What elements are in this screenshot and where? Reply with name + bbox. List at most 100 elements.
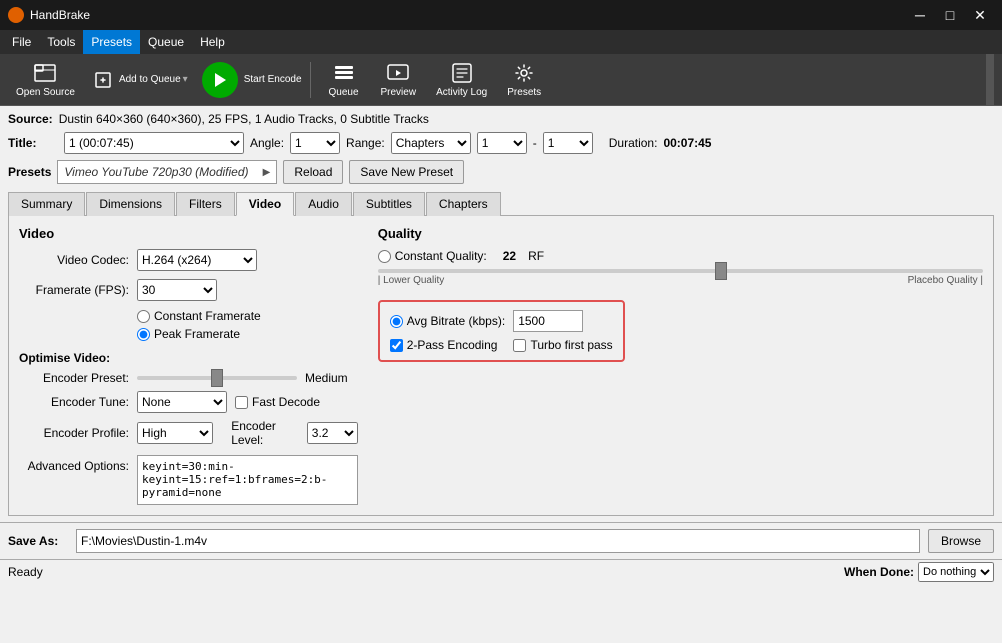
- avg-bitrate-input[interactable]: [513, 310, 583, 332]
- constant-quality-row: Constant Quality: 22 RF: [378, 249, 983, 263]
- encoder-profile-row: Encoder Profile: High Encoder Level: 3.2: [19, 419, 358, 447]
- rf-value: 22: [503, 249, 516, 263]
- constant-framerate-option[interactable]: Constant Framerate: [137, 309, 261, 323]
- presets-label: Presets: [507, 87, 541, 98]
- turbo-first-pass-option[interactable]: Turbo first pass: [513, 338, 612, 352]
- optimise-section: Optimise Video: Encoder Preset: Medium E…: [19, 351, 358, 505]
- video-codec-label: Video Codec:: [19, 253, 129, 267]
- scrollbar-right[interactable]: [986, 54, 994, 106]
- video-section-title: Video: [19, 226, 358, 241]
- range-start-select[interactable]: 1: [477, 132, 527, 154]
- advanced-options-textarea[interactable]: keyint=30:min-keyint=15:ref=1:bframes=2:…: [137, 455, 358, 505]
- queue-button[interactable]: Queue: [319, 56, 369, 104]
- activity-log-button[interactable]: Activity Log: [428, 56, 495, 104]
- encoder-level-select[interactable]: 3.2: [307, 422, 358, 444]
- tab-dimensions[interactable]: Dimensions: [86, 192, 175, 216]
- start-encode-button[interactable]: [202, 62, 238, 98]
- avg-bitrate-option[interactable]: Avg Bitrate (kbps):: [390, 314, 505, 328]
- title-row: Title: 1 (00:07:45) Angle: 1 Range: Chap…: [8, 132, 994, 154]
- when-done-section: When Done: Do nothing: [844, 562, 994, 582]
- avg-bitrate-label: Avg Bitrate (kbps):: [407, 314, 505, 328]
- advanced-options-row: Advanced Options: keyint=30:min-keyint=1…: [19, 455, 358, 505]
- tab-audio[interactable]: Audio: [295, 192, 352, 216]
- angle-select[interactable]: 1: [290, 132, 340, 154]
- save-as-bar: Save As: Browse: [0, 522, 1002, 559]
- video-codec-row: Video Codec: H.264 (x264): [19, 249, 358, 271]
- range-end-select[interactable]: 1: [543, 132, 593, 154]
- open-source-icon: [33, 61, 57, 85]
- range-dash: -: [533, 136, 537, 150]
- open-source-label: Open Source: [16, 87, 75, 98]
- queue-label: Queue: [328, 87, 358, 98]
- menu-tools[interactable]: Tools: [39, 30, 83, 54]
- close-button[interactable]: ✕: [966, 1, 994, 29]
- tab-summary[interactable]: Summary: [8, 192, 85, 216]
- when-done-select[interactable]: Do nothing: [918, 562, 994, 582]
- two-pass-checkbox[interactable]: [390, 339, 403, 352]
- tab-subtitles[interactable]: Subtitles: [353, 192, 425, 216]
- two-pass-option[interactable]: 2-Pass Encoding: [390, 338, 498, 352]
- save-as-input[interactable]: [76, 529, 920, 553]
- rf-unit: RF: [528, 249, 544, 263]
- two-pass-label: 2-Pass Encoding: [407, 338, 498, 352]
- menu-presets[interactable]: Presets: [83, 30, 140, 54]
- tab-filters[interactable]: Filters: [176, 192, 235, 216]
- peak-framerate-label: Peak Framerate: [154, 327, 240, 341]
- main-content: Source: Dustin 640×360 (640×360), 25 FPS…: [0, 106, 1002, 522]
- preview-icon: [386, 61, 410, 85]
- encoder-tune-select[interactable]: None: [137, 391, 227, 413]
- tab-chapters[interactable]: Chapters: [426, 192, 501, 216]
- encoder-profile-select[interactable]: High: [137, 422, 213, 444]
- turbo-first-pass-label: Turbo first pass: [530, 338, 612, 352]
- video-right-panel: Quality Constant Quality: 22 RF | Lower …: [378, 226, 983, 505]
- maximize-button[interactable]: □: [936, 1, 964, 29]
- reload-button[interactable]: Reload: [283, 160, 343, 184]
- preview-button[interactable]: Preview: [373, 56, 425, 104]
- turbo-first-pass-checkbox[interactable]: [513, 339, 526, 352]
- video-codec-select[interactable]: H.264 (x264): [137, 249, 257, 271]
- encoder-tune-label: Encoder Tune:: [19, 395, 129, 409]
- tab-bar: Summary Dimensions Filters Video Audio S…: [8, 192, 994, 216]
- framerate-label: Framerate (FPS):: [19, 283, 129, 297]
- open-source-button[interactable]: Open Source: [8, 56, 83, 104]
- fast-decode-option[interactable]: Fast Decode: [235, 395, 320, 409]
- save-new-preset-button[interactable]: Save New Preset: [349, 160, 464, 184]
- presets-button[interactable]: Presets: [499, 56, 549, 104]
- menu-queue[interactable]: Queue: [140, 30, 192, 54]
- add-to-queue-button[interactable]: Add to Queue ▾: [87, 56, 194, 104]
- constant-quality-option[interactable]: Constant Quality:: [378, 249, 487, 263]
- presets-row-label: Presets: [8, 165, 51, 179]
- title-select[interactable]: 1 (00:07:45): [64, 132, 244, 154]
- range-select[interactable]: Chapters: [391, 132, 471, 154]
- constant-quality-label: Constant Quality:: [395, 249, 487, 263]
- activity-log-icon: [450, 61, 474, 85]
- start-encode-label: Start Encode: [244, 74, 302, 85]
- menu-file[interactable]: File: [4, 30, 39, 54]
- menu-help[interactable]: Help: [192, 30, 233, 54]
- optimise-title: Optimise Video:: [19, 351, 358, 365]
- constant-framerate-radio[interactable]: [137, 310, 150, 323]
- title-label: Title:: [8, 136, 58, 150]
- quality-slider[interactable]: [378, 269, 983, 273]
- encoder-preset-row: Encoder Preset: Medium: [19, 371, 358, 385]
- browse-button[interactable]: Browse: [928, 529, 994, 553]
- angle-label: Angle:: [250, 136, 284, 150]
- preset-value: Vimeo YouTube 720p30 (Modified): [64, 165, 248, 179]
- toolbar: Open Source Add to Queue ▾ Start Encode …: [0, 54, 1002, 106]
- encoder-preset-slider[interactable]: [137, 376, 297, 380]
- preset-selector[interactable]: Vimeo YouTube 720p30 (Modified) ▶: [57, 160, 277, 184]
- activity-log-label: Activity Log: [436, 87, 487, 98]
- encoder-preset-label: Encoder Preset:: [19, 371, 129, 385]
- fast-decode-checkbox[interactable]: [235, 396, 248, 409]
- minimize-button[interactable]: ─: [906, 1, 934, 29]
- source-row: Source: Dustin 640×360 (640×360), 25 FPS…: [8, 112, 994, 126]
- add-to-queue-icon: [93, 68, 117, 92]
- constant-quality-radio[interactable]: [378, 250, 391, 263]
- separator-1: [310, 62, 311, 98]
- peak-framerate-option[interactable]: Peak Framerate: [137, 327, 240, 341]
- avg-bitrate-radio[interactable]: [390, 315, 403, 328]
- tab-video[interactable]: Video: [236, 192, 294, 216]
- peak-framerate-radio[interactable]: [137, 328, 150, 341]
- preset-arrow-icon: ▶: [263, 167, 271, 178]
- framerate-select[interactable]: 30: [137, 279, 217, 301]
